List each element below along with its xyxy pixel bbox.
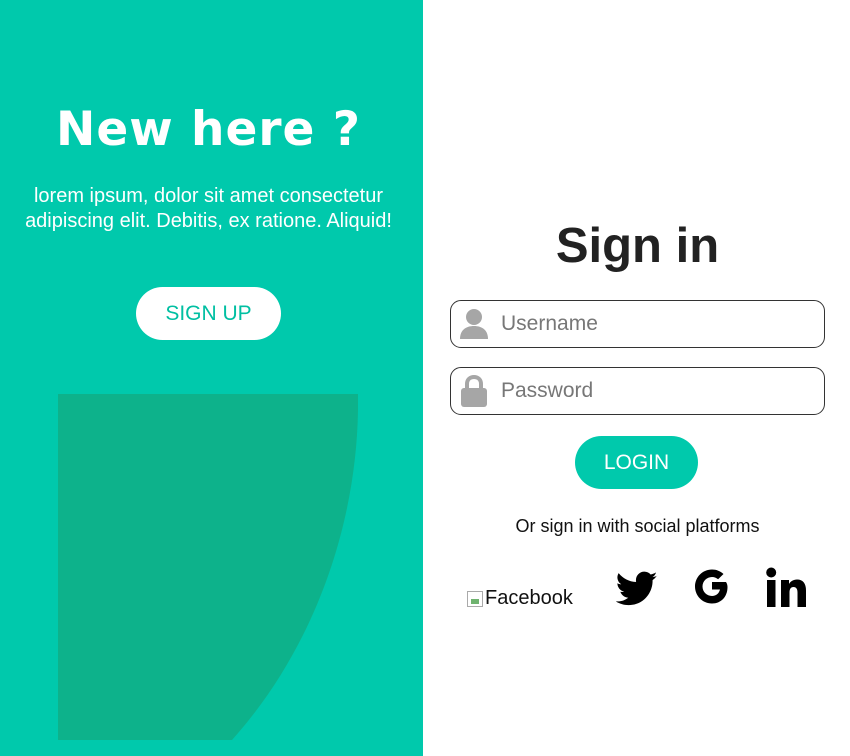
social-signin-text: Or sign in with social platforms — [515, 516, 760, 536]
facebook-link[interactable]: Facebook — [467, 587, 573, 610]
user-icon — [451, 301, 497, 347]
left-panel: New here ? lorem ipsum, dolor sit amet c… — [0, 0, 423, 756]
social-icons-row: Facebook — [423, 565, 850, 625]
sign-up-button[interactable]: SIGN UP — [136, 287, 281, 340]
new-here-description: lorem ipsum, dolor sit amet consectetur … — [25, 185, 392, 232]
broken-image-icon — [467, 590, 483, 607]
sign-in-title: Sign in — [555, 219, 720, 273]
linkedin-icon[interactable] — [764, 565, 808, 614]
sign-in-panel: Sign in LOGIN Or sign in with social pla… — [423, 0, 850, 756]
google-icon[interactable] — [690, 565, 734, 614]
new-here-title: New here ? — [55, 102, 361, 157]
illustration-shape — [58, 394, 358, 740]
twitter-icon[interactable] — [615, 571, 658, 612]
login-page: New here ? lorem ipsum, dolor sit amet c… — [0, 0, 850, 756]
password-input[interactable] — [497, 379, 807, 403]
username-input[interactable] — [497, 312, 807, 336]
login-button[interactable]: LOGIN — [575, 436, 698, 489]
password-field[interactable] — [450, 367, 825, 415]
facebook-alt-text: Facebook — [485, 587, 573, 609]
username-field[interactable] — [450, 300, 825, 348]
lock-icon — [451, 368, 497, 414]
